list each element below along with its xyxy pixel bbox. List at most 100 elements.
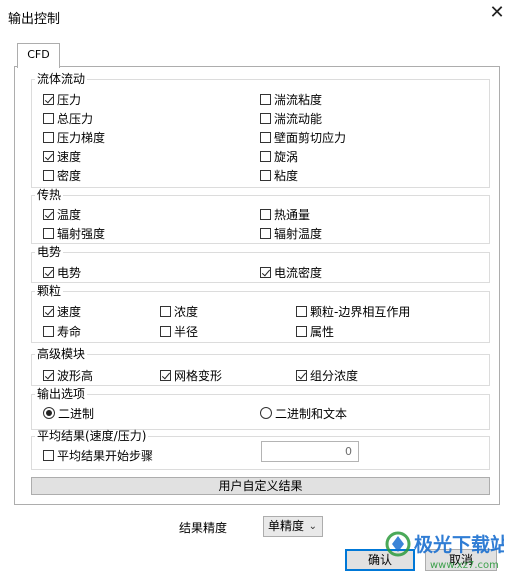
checkbox-label: 热通量: [274, 207, 311, 222]
checkbox-box[interactable]: [43, 369, 54, 381]
checkbox-label: 辐射强度: [57, 226, 106, 241]
checkbox-label: 网格变形: [174, 368, 223, 383]
checkbox-box[interactable]: [43, 305, 54, 317]
checkbox-label: 波形高: [57, 368, 94, 383]
checkbox-box[interactable]: [260, 169, 271, 181]
checkbox-wall-shear-stress[interactable]: 壁面剪切应力: [260, 128, 346, 146]
checkbox-total-pressure[interactable]: 总压力: [43, 109, 93, 127]
checkbox-turbulent-kinetic-energy[interactable]: 湍流动能: [260, 109, 322, 127]
checkbox-radiation-temperature[interactable]: 辐射温度: [260, 224, 322, 242]
checkbox-turbulent-viscosity[interactable]: 湍流粘度: [260, 90, 322, 108]
checkbox-label: 颗粒-边界相互作用: [310, 304, 411, 319]
checkbox-particle-radius[interactable]: 半径: [160, 322, 198, 340]
checkbox-velocity[interactable]: 速度: [43, 147, 81, 165]
checkbox-box[interactable]: [43, 325, 54, 337]
precision-label: 结果精度: [179, 521, 228, 535]
group-particles-label: 颗粒: [37, 284, 62, 298]
watermark-text: 极光下载站: [414, 533, 504, 556]
checkbox-label: 寿命: [57, 324, 82, 339]
checkbox-box[interactable]: [43, 150, 54, 162]
checkbox-current-density[interactable]: 电流密度: [260, 263, 322, 281]
checkbox-box[interactable]: [260, 227, 271, 239]
checkbox-radiation-intensity[interactable]: 辐射强度: [43, 224, 105, 242]
checkbox-label: 电流密度: [274, 265, 323, 280]
checkbox-box[interactable]: [296, 305, 307, 317]
checkbox-label: 半径: [174, 324, 199, 339]
checkbox-box[interactable]: [43, 93, 54, 105]
checkbox-mesh-deformation[interactable]: 网格变形: [160, 366, 222, 384]
group-fluid-flow-label: 流体流动: [37, 72, 86, 86]
checkbox-pressure[interactable]: 压力: [43, 90, 81, 108]
watermark-graphic: 极光下载站 www.xz7.com: [385, 531, 509, 571]
radio-circle[interactable]: [260, 407, 272, 419]
checkbox-box[interactable]: [260, 208, 271, 220]
checkbox-box[interactable]: [260, 131, 271, 143]
checkbox-label: 压力: [57, 92, 82, 107]
checkbox-particle-concentration[interactable]: 浓度: [160, 302, 198, 320]
checkbox-wave-height[interactable]: 波形高: [43, 366, 93, 384]
group-electric-potential-label: 电势: [37, 245, 62, 259]
chevron-down-icon: ⌄: [308, 521, 317, 532]
checkbox-box[interactable]: [160, 325, 171, 337]
checkbox-label: 电势: [57, 265, 82, 280]
checkbox-box[interactable]: [260, 150, 271, 162]
checkbox-box[interactable]: [296, 369, 307, 381]
checkbox-label: 组分浓度: [310, 368, 359, 383]
checkbox-label: 辐射温度: [274, 226, 323, 241]
group-output-options-label: 输出选项: [37, 387, 86, 401]
checkbox-box[interactable]: [160, 369, 171, 381]
checkbox-box[interactable]: [43, 131, 54, 143]
checkbox-box[interactable]: [43, 227, 54, 239]
watermark-logo: 极光下载站 www.xz7.com: [384, 526, 509, 574]
group-advanced-modules: 高级模块: [31, 348, 490, 386]
group-average-results-label: 平均结果(速度/压力): [37, 429, 147, 443]
checkbox-density[interactable]: 密度: [43, 166, 81, 184]
close-icon[interactable]: ✕: [487, 3, 507, 23]
group-advanced-modules-label: 高级模块: [37, 347, 86, 361]
checkbox-box[interactable]: [260, 112, 271, 124]
radio-binary[interactable]: 二进制: [43, 404, 94, 422]
checkbox-box[interactable]: [260, 266, 271, 278]
checkbox-label: 属性: [310, 324, 335, 339]
tab-cfd[interactable]: CFD: [17, 43, 60, 68]
window-title: 输出控制: [8, 12, 61, 27]
checkbox-pressure-gradient[interactable]: 压力梯度: [43, 128, 105, 146]
checkbox-box[interactable]: [43, 169, 54, 181]
checkbox-box[interactable]: [43, 449, 54, 461]
checkbox-box[interactable]: [160, 305, 171, 317]
start-step-input[interactable]: 0: [261, 441, 359, 462]
checkbox-temperature[interactable]: 温度: [43, 205, 81, 223]
checkbox-label: 湍流动能: [274, 111, 323, 126]
checkbox-box[interactable]: [43, 266, 54, 278]
checkbox-label: 浓度: [174, 304, 199, 319]
checkbox-vortex[interactable]: 旋涡: [260, 147, 298, 165]
checkbox-particle-velocity[interactable]: 速度: [43, 302, 81, 320]
checkbox-label: 压力梯度: [57, 130, 106, 145]
radio-label: 二进制和文本: [275, 406, 348, 421]
checkbox-label: 旋涡: [274, 149, 299, 164]
precision-select[interactable]: 单精度 ⌄: [263, 516, 323, 537]
checkbox-box[interactable]: [260, 93, 271, 105]
watermark-url: www.xz7.com: [430, 560, 499, 571]
group-particles: 颗粒: [31, 285, 490, 343]
checkbox-viscosity[interactable]: 粘度: [260, 166, 298, 184]
checkbox-particle-lifetime[interactable]: 寿命: [43, 322, 81, 340]
checkbox-particle-property[interactable]: 属性: [296, 322, 334, 340]
checkbox-label: 壁面剪切应力: [274, 130, 347, 145]
checkbox-electric-potential[interactable]: 电势: [43, 263, 81, 281]
radio-binary-and-text[interactable]: 二进制和文本: [260, 404, 347, 422]
checkbox-box[interactable]: [43, 112, 54, 124]
custom-results-button[interactable]: 用户自定义结果: [31, 477, 490, 495]
checkbox-species-concentration[interactable]: 组分浓度: [296, 366, 358, 384]
checkbox-heat-flux[interactable]: 热通量: [260, 205, 310, 223]
checkbox-average-start-step[interactable]: 平均结果开始步骤: [43, 446, 153, 464]
checkbox-box[interactable]: [43, 208, 54, 220]
checkbox-label: 粘度: [274, 168, 299, 183]
checkbox-label: 湍流粘度: [274, 92, 323, 107]
checkbox-label: 平均结果开始步骤: [57, 448, 154, 463]
radio-circle[interactable]: [43, 407, 55, 419]
checkbox-box[interactable]: [296, 325, 307, 337]
checkbox-particle-boundary-interaction[interactable]: 颗粒-边界相互作用: [296, 302, 410, 320]
checkbox-label: 速度: [57, 304, 82, 319]
checkbox-label: 总压力: [57, 111, 94, 126]
